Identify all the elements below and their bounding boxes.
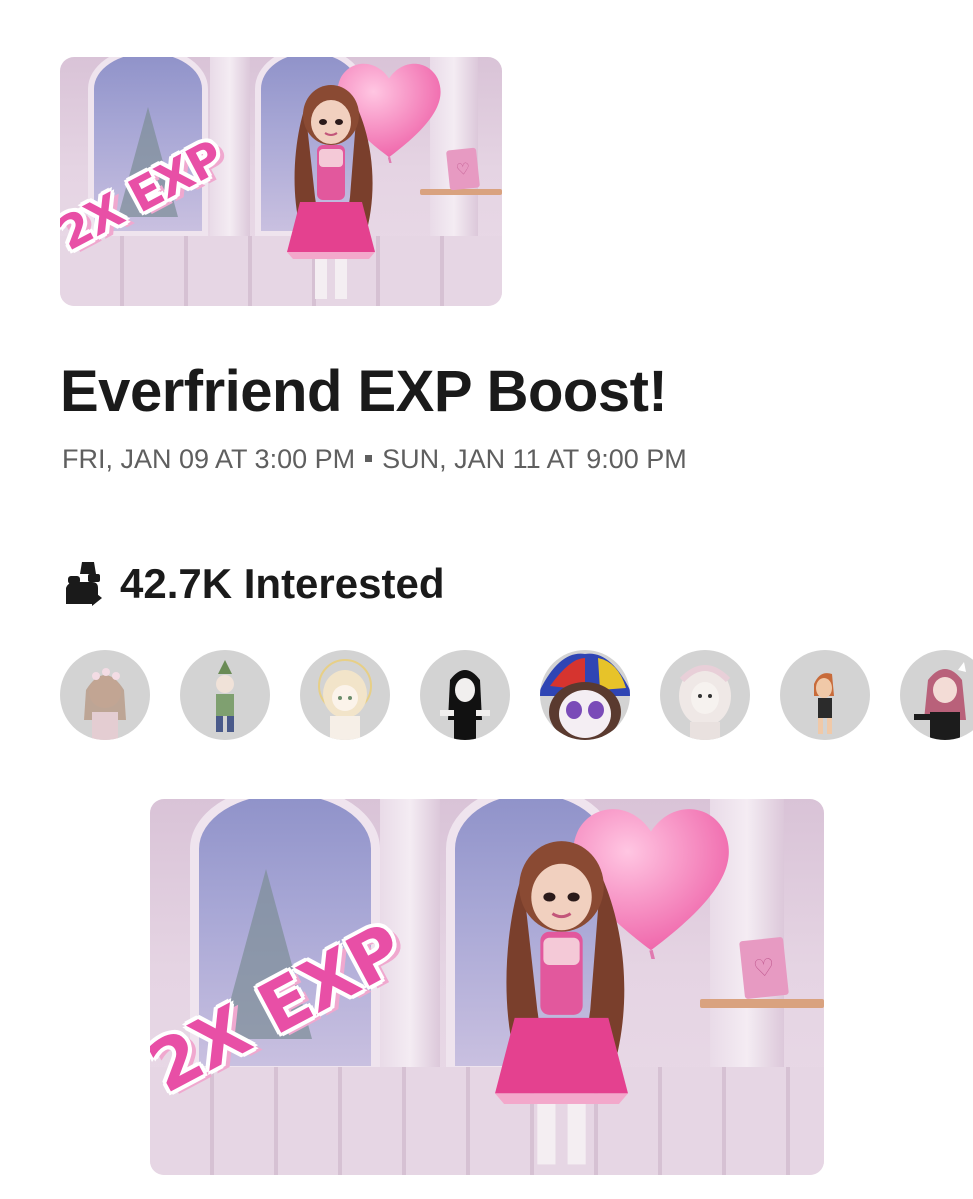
attendee-avatar[interactable] <box>780 650 870 740</box>
interested-count-label: 42.7K Interested <box>120 560 445 607</box>
attendee-avatar[interactable] <box>540 650 630 740</box>
event-banner-image: 2X EXP <box>150 799 824 1175</box>
avatar-character <box>460 829 660 1175</box>
attendee-avatar[interactable] <box>180 650 270 740</box>
attendee-avatar-list <box>60 650 973 742</box>
event-end-time: SUN, JAN 11 AT 9:00 PM <box>382 444 687 474</box>
event-date-range: FRI, JAN 09 AT 3:00 PM SUN, JAN 11 AT 9:0… <box>62 444 687 475</box>
avatar-character <box>265 77 395 306</box>
page-title: Everfriend EXP Boost! <box>60 359 668 424</box>
interested-count: 42.7K Interested <box>62 560 444 608</box>
users-icon <box>62 560 106 608</box>
date-separator <box>365 455 373 463</box>
attendee-avatar[interactable] <box>420 650 510 740</box>
attendee-avatar[interactable] <box>660 650 750 740</box>
attendee-avatar[interactable] <box>60 650 150 740</box>
attendee-avatar[interactable] <box>300 650 390 740</box>
event-thumbnail[interactable]: 2X EXP <box>60 57 502 306</box>
event-start-time: FRI, JAN 09 AT 3:00 PM <box>62 444 356 474</box>
attendee-avatar[interactable] <box>900 650 973 740</box>
